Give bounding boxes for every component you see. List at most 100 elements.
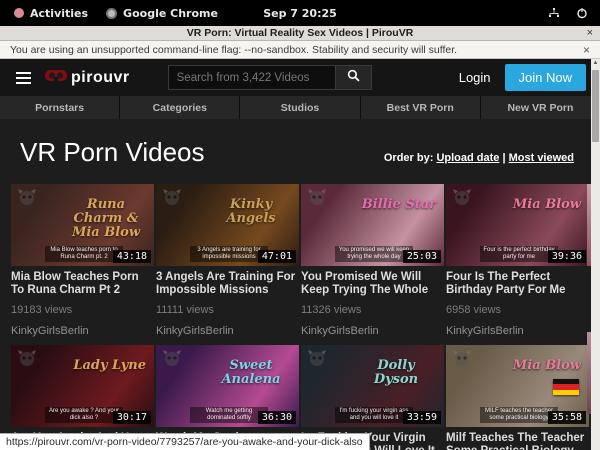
video-title[interactable]: Four Is The Perfect Birthday Party For M… [446,271,589,297]
order-by-label: Order by: [384,152,434,164]
active-app-label: Google Chrome [123,7,218,20]
duration-badge: 25:03 [403,250,441,263]
order-separator: | [499,152,508,164]
studio-watermark-icon [307,188,327,211]
warning-text: You are using an unsupported command-lin… [10,44,457,56]
studio-watermark-icon [452,188,472,211]
video-card[interactable]: Mia Blow MILF teaches the teacher some p… [446,345,589,450]
duration-badge: 47:01 [258,250,296,263]
thumbnail-caption: Are you awake ? And your dick also ? [45,407,123,423]
activities-dot-icon [14,8,24,18]
video-title[interactable]: Mia Blow Teaches Porn To Runa Charm Pt 2 [11,271,154,297]
join-now-button[interactable]: Join Now [505,64,586,91]
browser-tab-bar: VR Porn: Virtual Reality Sex Videos | Pi… [0,26,600,41]
tab-close-icon[interactable]: × [587,28,593,39]
thumbnail-performer-name: Mia Blow [513,359,581,373]
warning-close-icon[interactable]: × [583,44,590,56]
studio-watermark-icon [162,188,182,211]
tab-title[interactable]: VR Porn: Virtual Reality Sex Videos | Pi… [0,27,600,39]
thumbnail-caption: I'm fucking your virgin ass and you will… [335,407,413,423]
thumbnail-caption: MILF teaches the teacher some practical … [480,407,558,423]
video-title[interactable]: Milf Teaches The Teacher Some Practical … [446,432,589,450]
video-thumbnail[interactable]: Runa Charm & Mia Blow Mia Blow teaches p… [11,184,154,266]
thumbnail-performer-name: Runa Charm & Mia Blow [66,198,146,240]
german-flag-icon [553,379,579,395]
chrome-icon [106,8,117,19]
studio-watermark-icon [17,188,37,211]
view-count: 19183 views [11,304,154,316]
view-count: 11111 views [156,304,299,316]
video-thumbnail[interactable]: Mia Blow MILF teaches the teacher some p… [446,345,589,427]
video-title[interactable]: You Promised We Will Keep Trying The Who… [301,271,444,297]
studio-watermark-icon [307,349,327,372]
page-heading-row: VR Porn Videos Order by: Upload date | M… [0,119,600,184]
thumbnail-performer-name: Kinky Angels [211,198,291,226]
video-title[interactable]: 3 Angels Are Training For Impossible Mis… [156,271,299,297]
channel-link[interactable]: KinkyGirlsBerlin [156,325,299,337]
video-thumbnail[interactable]: Sweet Analena Watch me getting dominated… [156,345,299,427]
video-card[interactable]: Kinky Angels 3 Angels are training for i… [156,184,299,337]
duration-badge: 39:36 [548,250,586,263]
channel-link[interactable]: KinkyGirlsBerlin [11,325,154,337]
active-app-menu[interactable]: Google Chrome [106,7,218,20]
thumbnail-caption: Mia Blow teaches porn to Runa Charm pt. … [45,246,123,262]
nav-item-best[interactable]: Best VR Porn [361,96,481,119]
activities-button[interactable]: Activities [14,7,88,20]
search-input[interactable] [168,65,336,90]
duration-badge: 35:58 [548,411,586,424]
search-icon [347,69,360,87]
scroll-up-arrow-icon[interactable]: ▲ [591,59,600,68]
main-nav: Pornstars Categories Studios Best VR Por… [0,96,600,119]
thumbnail-performer-name: Dolly Dyson [356,359,436,387]
view-count: 6958 views [446,304,589,316]
video-card[interactable]: Billie Star You promised we will keep tr… [301,184,444,337]
order-upload-date-link[interactable]: Upload date [436,152,499,164]
menu-hamburger-icon[interactable] [16,72,31,84]
studio-watermark-icon [162,349,182,372]
video-thumbnail[interactable]: Lady Lyne Are you awake ? And your dick … [11,345,154,427]
nav-item-studios[interactable]: Studios [240,96,360,119]
logo-text: pirouvr [71,69,130,87]
scrollbar-thumb[interactable] [592,70,599,142]
vr-headset-icon [45,69,67,87]
duration-badge: 30:17 [113,411,151,424]
view-count: 11326 views [301,304,444,316]
system-top-bar: Activities Google Chrome Sep 7 20:25 [0,0,600,26]
search-button[interactable] [336,65,372,90]
channel-link[interactable]: KinkyGirlsBerlin [446,325,589,337]
thumbnail-caption: Watch me getting dominated softly [190,407,268,423]
sandbox-warning-bar: You are using an unsupported command-lin… [0,41,600,59]
video-thumbnail[interactable]: Dolly Dyson I'm fucking your virgin ass … [301,345,444,427]
nav-item-pornstars[interactable]: Pornstars [0,96,120,119]
thumbnail-caption: You promised we will keep trying the who… [335,246,413,262]
page-title: VR Porn Videos [20,137,205,168]
nav-item-new[interactable]: New VR Porn [481,96,600,119]
duration-badge: 33:59 [403,411,441,424]
activities-label: Activities [30,7,88,20]
thumbnail-performer-name: Lady Lyne [73,359,146,373]
thumbnail-performer-name: Mia Blow [513,198,581,212]
studio-watermark-icon [452,349,472,372]
login-button[interactable]: Login [459,70,491,85]
video-card[interactable]: Runa Charm & Mia Blow Mia Blow teaches p… [11,184,154,337]
channel-link[interactable]: KinkyGirlsBerlin [301,325,444,337]
video-thumbnail[interactable]: Billie Star You promised we will keep tr… [301,184,444,266]
network-icon[interactable] [548,7,560,19]
studio-watermark-icon [17,349,37,372]
power-icon[interactable] [576,7,588,19]
video-thumbnail[interactable]: Mia Blow Four is the perfect birthday pa… [446,184,589,266]
duration-badge: 36:30 [258,411,296,424]
site-header: pirouvr Login Join Now [0,59,600,96]
nav-item-categories[interactable]: Categories [120,96,240,119]
thumbnail-performer-name: Billie Star [362,198,436,212]
site-logo[interactable]: pirouvr [45,69,130,87]
browser-scrollbar[interactable]: ▲ [591,59,600,450]
clock[interactable]: Sep 7 20:25 [263,7,337,20]
thumbnail-caption: Four is the perfect birthday party for m… [480,246,558,262]
desktop-viewport: Activities Google Chrome Sep 7 20:25 VR … [0,0,600,450]
duration-badge: 43:18 [113,250,151,263]
video-card[interactable]: Mia Blow Four is the perfect birthday pa… [446,184,589,337]
video-thumbnail[interactable]: Kinky Angels 3 Angels are training for i… [156,184,299,266]
thumbnail-caption: 3 Angels are training for impossible mis… [190,246,268,262]
order-most-viewed-link[interactable]: Most viewed [509,152,574,164]
